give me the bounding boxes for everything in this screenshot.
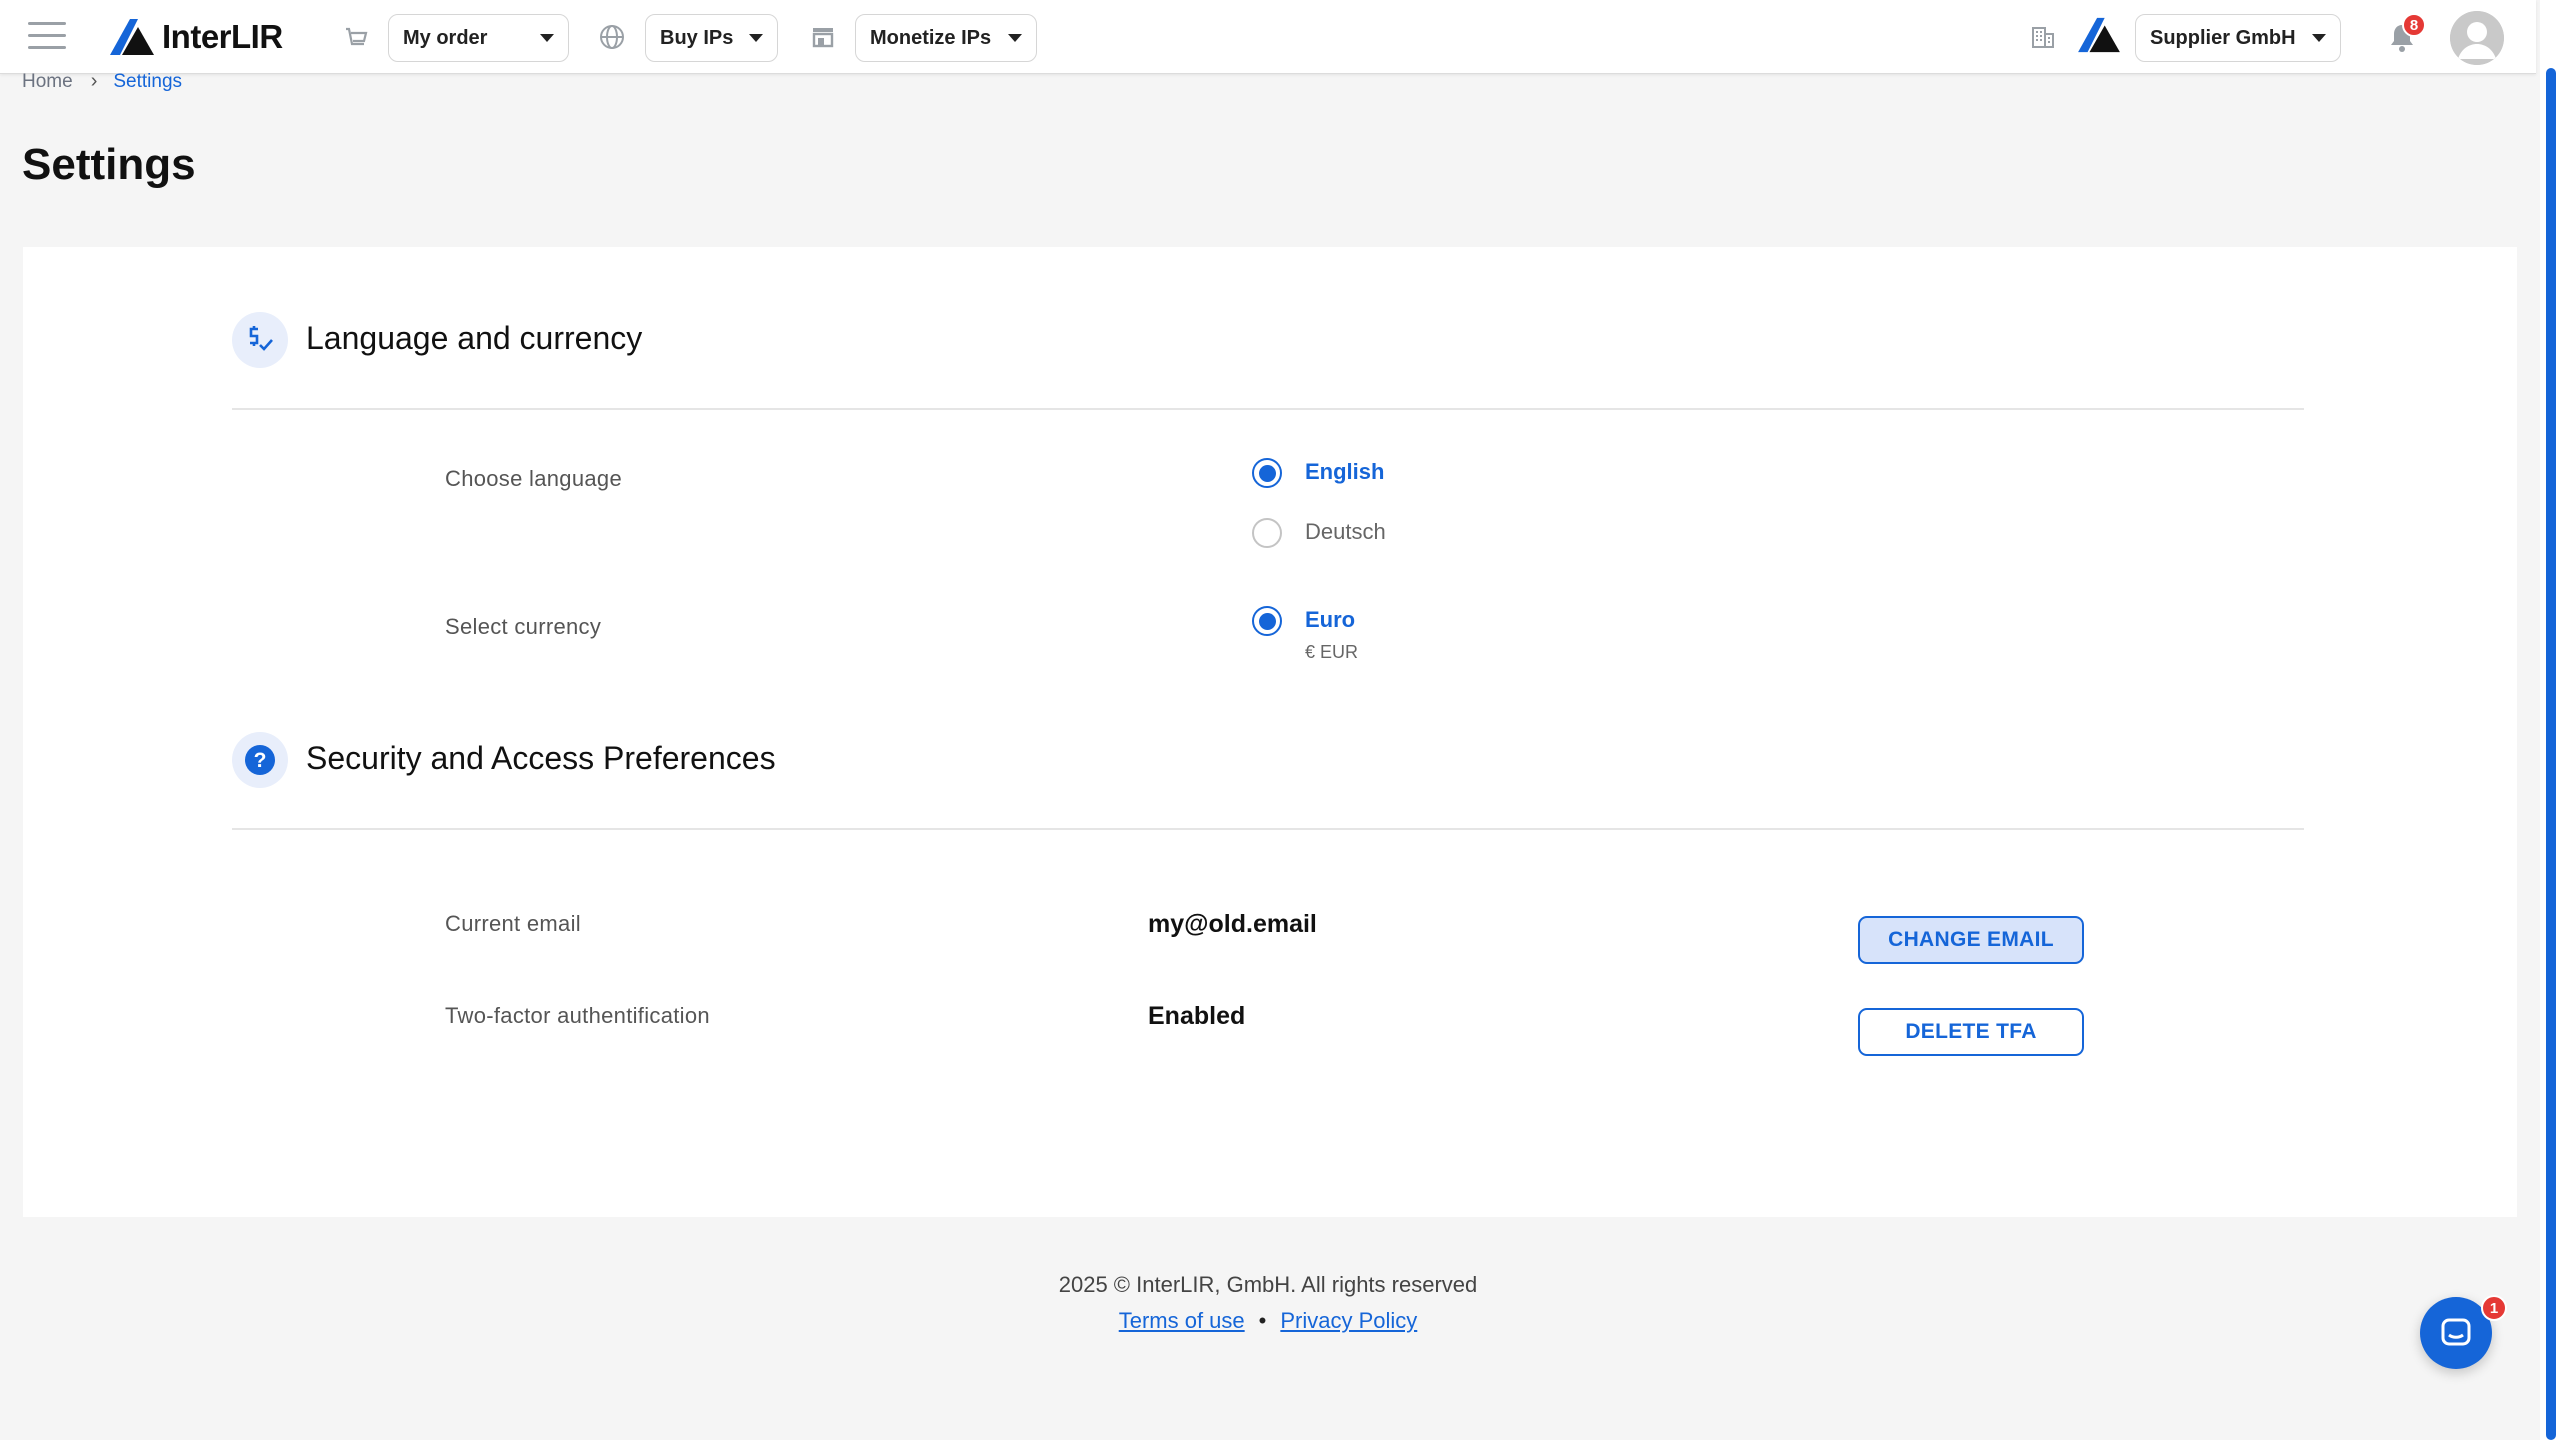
- language-radio-english[interactable]: [1252, 458, 1282, 488]
- settings-card: [23, 247, 2517, 1217]
- buy-ips-label: Buy IPs: [660, 26, 734, 49]
- footer-separator: •: [1258, 1308, 1267, 1333]
- svg-text:?: ?: [254, 749, 267, 772]
- section-divider: [232, 408, 2304, 410]
- store-icon: [808, 22, 838, 52]
- buy-ips-dropdown[interactable]: Buy IPs: [645, 14, 778, 62]
- my-order-label: My order: [403, 26, 488, 49]
- privacy-policy-link[interactable]: Privacy Policy: [1280, 1308, 1417, 1334]
- security-title: Security and Access Preferences: [306, 740, 776, 776]
- chevron-down-icon: [749, 34, 763, 42]
- question-icon: ?: [232, 732, 288, 788]
- terms-of-use-link[interactable]: Terms of use: [1119, 1308, 1245, 1334]
- choose-language-label: Choose language: [445, 466, 622, 491]
- company-label: Supplier GmbH: [2150, 26, 2296, 49]
- scrollbar-thumb[interactable]: [2546, 68, 2556, 1440]
- notification-count-badge: 8: [2402, 13, 2426, 37]
- monetize-ips-label: Monetize IPs: [870, 26, 992, 49]
- chevron-down-icon: [540, 34, 554, 42]
- current-email-value: my@old.email: [1148, 910, 1317, 938]
- delete-tfa-button[interactable]: DELETE TFA: [1858, 1008, 2084, 1056]
- breadcrumb: Home › Settings: [22, 70, 182, 93]
- select-currency-label: Select currency: [445, 614, 602, 639]
- chat-icon: [2441, 1318, 2471, 1346]
- globe-icon: [597, 22, 627, 52]
- company-logo-icon: [2076, 16, 2122, 59]
- page-title: Settings: [22, 140, 196, 189]
- language-option-deutsch[interactable]: Deutsch: [1305, 519, 1386, 545]
- footer-links: Terms of use • Privacy Policy: [0, 1308, 2536, 1334]
- chevron-down-icon: [1008, 34, 1022, 42]
- language-option-english[interactable]: English: [1305, 459, 1384, 485]
- building-icon: [2028, 22, 2058, 52]
- tfa-label: Two-factor authentification: [445, 1003, 710, 1028]
- company-dropdown[interactable]: Supplier GmbH: [2135, 14, 2341, 62]
- currency-code: € EUR: [1305, 642, 1359, 662]
- hamburger-icon[interactable]: [28, 22, 66, 52]
- interlir-logo[interactable]: InterLIR: [108, 14, 283, 60]
- section-divider: [232, 828, 2304, 830]
- chat-unread-badge: 1: [2481, 1295, 2507, 1321]
- chevron-right-icon: ›: [90, 70, 98, 92]
- current-email-label: Current email: [445, 911, 581, 936]
- breadcrumb-current: Settings: [113, 70, 183, 92]
- user-avatar-icon[interactable]: [2450, 11, 2504, 65]
- currency-radio-euro[interactable]: [1252, 606, 1282, 636]
- logo-text: InterLIR: [162, 18, 283, 55]
- footer-copyright: 2025 © InterLIR, GmbH. All rights reserv…: [1058, 1272, 1478, 1297]
- my-order-dropdown[interactable]: My order: [388, 14, 569, 62]
- top-navigation-bar: InterLIR My order Buy IPs Monetize IPs S…: [0, 0, 2536, 74]
- logo-mark-icon: [110, 19, 154, 55]
- cart-icon: [341, 22, 371, 52]
- currency-option-euro[interactable]: Euro: [1305, 607, 1355, 633]
- tfa-status-value: Enabled: [1148, 1002, 1246, 1030]
- change-email-button[interactable]: CHANGE EMAIL: [1858, 916, 2084, 964]
- currency-check-icon: [232, 312, 288, 368]
- language-radio-deutsch[interactable]: [1252, 518, 1282, 548]
- breadcrumb-home-link[interactable]: Home: [22, 71, 73, 93]
- chevron-down-icon: [2312, 34, 2326, 42]
- language-currency-title: Language and currency: [306, 320, 643, 356]
- monetize-ips-dropdown[interactable]: Monetize IPs: [855, 14, 1037, 62]
